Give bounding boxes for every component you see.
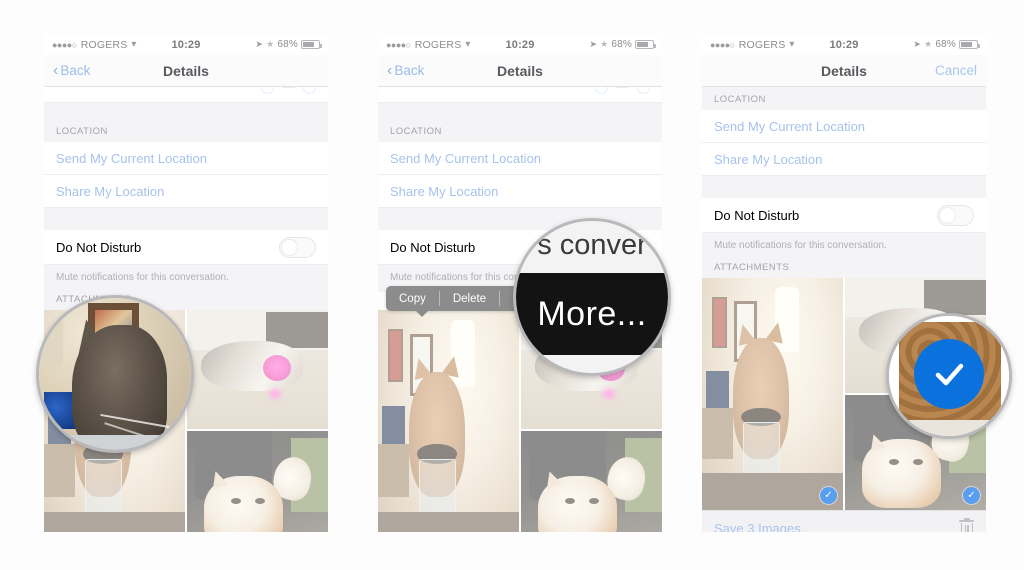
cat-pink-nose-photo[interactable] [187, 310, 328, 429]
battery-icon [301, 40, 323, 49]
send-my-current-location-row[interactable]: Send My Current Location [378, 142, 662, 175]
message-icon [282, 87, 295, 88]
bluetooth-icon: ★ [924, 39, 933, 49]
nav-bar: ‹ Back Details [378, 55, 662, 87]
do-not-disturb-label: Do Not Disturb [390, 239, 476, 255]
bluetooth-icon: ★ [600, 39, 609, 49]
wifi-icon: ▾ [465, 39, 471, 50]
details-scroll-content[interactable]: LOCATION Send My Current Location Share … [702, 87, 986, 532]
cat-in-glass-photo[interactable]: ✓ [702, 278, 843, 510]
signal-dots-icon: ●●●●○ [52, 39, 77, 50]
section-gap [378, 103, 662, 117]
phone-panel-1: ●●●●○ ROGERS ▾ 10:29 ➤ ★ 68% ‹ Back Deta… [44, 34, 328, 532]
location-arrow-icon: ➤ [913, 39, 922, 49]
do-not-disturb-row[interactable]: Do Not Disturb [44, 230, 328, 265]
mute-footnote: Mute notifications for this conversation… [702, 233, 986, 260]
info-icon [637, 87, 650, 94]
signal-dots-icon: ●●●●○ [710, 39, 735, 50]
delete-menu-item[interactable]: Delete [440, 286, 499, 311]
magnified-footnote-text: s conver [537, 229, 647, 261]
location-section-header: LOCATION [378, 117, 662, 142]
location-arrow-icon: ➤ [255, 39, 264, 49]
status-bar: ●●●●○ ROGERS ▾ 10:29 ➤ ★ 68% [44, 34, 328, 55]
calico-cat-paw-photo[interactable] [521, 431, 662, 532]
clock-label: 10:29 [505, 38, 535, 51]
info-icon [303, 87, 316, 94]
do-not-disturb-toggle[interactable] [279, 236, 316, 258]
location-section-header: LOCATION [44, 117, 328, 142]
do-not-disturb-toggle[interactable] [937, 204, 974, 226]
trash-icon[interactable] [959, 518, 974, 532]
do-not-disturb-label: Do Not Disturb [714, 207, 800, 223]
cat-in-glass-photo[interactable] [378, 310, 519, 532]
carrier-label: ROGERS [738, 38, 786, 51]
wifi-icon: ▾ [789, 39, 795, 50]
battery-percent-label: 68% [935, 39, 957, 50]
send-my-current-location-row[interactable]: Send My Current Location [44, 142, 328, 175]
screenshot-stage: ●●●●○ ROGERS ▾ 10:29 ➤ ★ 68% ‹ Back Deta… [0, 0, 1024, 570]
do-not-disturb-label: Do Not Disturb [56, 239, 142, 255]
photo-selected-checkmark[interactable]: ✓ [963, 487, 980, 504]
carrier-label: ROGERS [80, 38, 128, 51]
call-icon [595, 87, 608, 94]
magnified-checkmark-icon [914, 338, 984, 409]
section-gap [44, 208, 328, 230]
magnified-photo-edge [889, 420, 1009, 436]
copy-menu-item[interactable]: Copy [386, 286, 439, 311]
chevron-left-icon: ‹ [387, 61, 393, 79]
menu-tail [416, 311, 428, 317]
bluetooth-icon: ★ [266, 39, 275, 49]
back-button-label: Back [60, 63, 91, 78]
nav-bar: Details Cancel [702, 55, 986, 87]
phone-panel-3: ●●●●○ ROGERS ▾ 10:29 ➤ ★ 68% Details Can… [702, 34, 986, 532]
magnifier-cat-photo [36, 295, 194, 453]
partial-contact-row[interactable] [378, 87, 662, 103]
send-my-current-location-row[interactable]: Send My Current Location [702, 110, 986, 143]
status-bar: ●●●●○ ROGERS ▾ 10:29 ➤ ★ 68% [702, 34, 986, 55]
chevron-left-icon: ‹ [53, 61, 59, 79]
battery-icon [959, 40, 981, 49]
photo-selected-checkmark[interactable]: ✓ [820, 487, 837, 504]
clock-label: 10:29 [829, 38, 859, 51]
location-section-header: LOCATION [702, 87, 986, 110]
attachments-section-header: ATTACHMENTS [702, 260, 986, 278]
magnified-more-label: More... [537, 294, 647, 333]
mute-footnote: Mute notifications for this conversation… [44, 265, 328, 292]
wifi-icon: ▾ [131, 39, 137, 50]
battery-icon [635, 40, 657, 49]
section-gap [702, 176, 986, 198]
battery-percent-label: 68% [277, 39, 299, 50]
message-icon [616, 87, 629, 88]
magnifier-selected-checkmark [886, 313, 1012, 439]
partial-contact-row[interactable] [44, 87, 328, 103]
magnifier-more-menu: s conver More... [513, 218, 671, 376]
call-icon [261, 87, 274, 94]
location-arrow-icon: ➤ [589, 39, 598, 49]
back-button[interactable]: ‹ Back [387, 61, 425, 79]
back-button[interactable]: ‹ Back [53, 61, 91, 79]
back-button-label: Back [394, 63, 425, 78]
section-gap [44, 103, 328, 117]
share-my-location-row[interactable]: Share My Location [44, 175, 328, 208]
signal-dots-icon: ●●●●○ [386, 39, 411, 50]
save-images-button[interactable]: Save 3 Images [714, 521, 801, 532]
calico-cat-paw-photo[interactable] [187, 431, 328, 532]
clock-label: 10:29 [171, 38, 201, 51]
share-my-location-row[interactable]: Share My Location [378, 175, 662, 208]
save-images-bar: Save 3 Images [702, 510, 986, 532]
do-not-disturb-row[interactable]: Do Not Disturb [702, 198, 986, 233]
magnified-menu-band: More... [516, 273, 668, 355]
cancel-button[interactable]: Cancel [935, 63, 977, 78]
carrier-label: ROGERS [414, 38, 462, 51]
status-bar: ●●●●○ ROGERS ▾ 10:29 ➤ ★ 68% [378, 34, 662, 55]
nav-bar: ‹ Back Details [44, 55, 328, 87]
battery-percent-label: 68% [611, 39, 633, 50]
share-my-location-row[interactable]: Share My Location [702, 143, 986, 176]
